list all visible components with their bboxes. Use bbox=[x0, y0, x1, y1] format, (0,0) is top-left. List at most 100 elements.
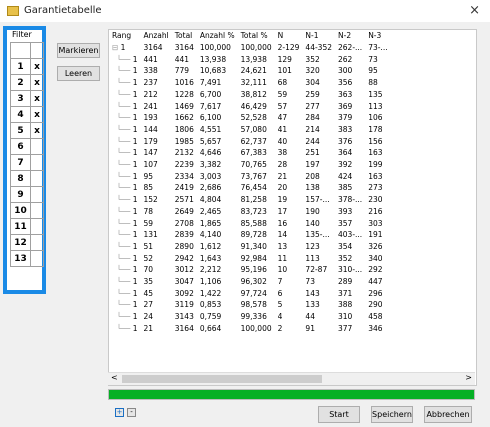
mark-button[interactable]: Markieren bbox=[57, 43, 100, 58]
filter-row-number[interactable]: 6 bbox=[10, 138, 31, 155]
filter-row[interactable]: 13 bbox=[10, 250, 44, 267]
column-header[interactable]: Rang bbox=[109, 30, 140, 42]
column-header[interactable]: Total % bbox=[238, 30, 275, 42]
filter-row-mark[interactable] bbox=[30, 186, 44, 203]
column-header[interactable]: N bbox=[275, 30, 303, 42]
filter-row-number[interactable]: 1 bbox=[10, 58, 31, 75]
table-row[interactable]: └── 1 237 1016 7,491 32,111 68 304 356 88 bbox=[109, 77, 391, 89]
filter-row-number[interactable]: 8 bbox=[10, 170, 31, 187]
filter-header-cell bbox=[30, 42, 44, 59]
filter-row-mark[interactable] bbox=[30, 154, 44, 171]
filter-row[interactable]: 5x bbox=[10, 122, 44, 139]
table-row[interactable]: └── 1 131 2839 4,140 89,728 14 135-... 403-... 1… bbox=[109, 229, 391, 241]
filter-row-mark[interactable]: x bbox=[30, 122, 44, 139]
tree-root-cell[interactable]: ⊟ 1 bbox=[109, 42, 140, 54]
table-row[interactable]: └── 1 78 2649 2,465 83,723 17 190 393 216 bbox=[109, 206, 391, 218]
filter-row-number[interactable]: 7 bbox=[10, 154, 31, 171]
filter-row-mark[interactable]: x bbox=[30, 106, 44, 123]
column-header[interactable]: N-3 bbox=[365, 30, 390, 42]
start-button[interactable]: Start bbox=[318, 406, 360, 423]
expand-button[interactable]: + bbox=[115, 408, 124, 417]
filter-row-mark[interactable] bbox=[30, 234, 44, 251]
scroll-thumb[interactable] bbox=[122, 375, 322, 383]
table-cell: 2,212 bbox=[199, 265, 222, 275]
filter-row[interactable]: 3x bbox=[10, 90, 44, 107]
scroll-right-icon[interactable]: > bbox=[465, 373, 472, 382]
table-cell: 6,100 bbox=[199, 113, 222, 123]
filter-row-mark[interactable]: x bbox=[30, 58, 44, 75]
column-header[interactable]: N-1 bbox=[302, 30, 335, 42]
filter-row[interactable]: 12 bbox=[10, 234, 44, 251]
filter-row-number[interactable]: 11 bbox=[10, 218, 31, 235]
table-row[interactable]: └── 1 152 2571 4,804 81,258 19 157-... 378-... 2… bbox=[109, 194, 391, 206]
table-cell: 98,578 bbox=[240, 300, 267, 310]
filter-row[interactable]: 4x bbox=[10, 106, 44, 123]
clear-button[interactable]: Leeren bbox=[57, 66, 100, 81]
table-row[interactable]: └── 1 27 3119 0,853 98,578 5 133 388 290 bbox=[109, 299, 391, 311]
table-row[interactable]: └── 1 59 2708 1,865 85,588 16 140 357 303 bbox=[109, 218, 391, 230]
filter-grid[interactable]: 1 x 2 x 3 x 4 x 5 x 6 7 8 9 10 11 12 13 bbox=[10, 42, 44, 267]
cancel-button[interactable]: Abbrechen bbox=[424, 406, 472, 423]
table-root-row[interactable]: ⊟ 1 3164 3164 100,000 100,000 2-129 44-352 262-… bbox=[109, 42, 391, 54]
filter-row[interactable]: 1x bbox=[10, 58, 44, 75]
filter-row-number[interactable]: 13 bbox=[10, 250, 31, 267]
table-row[interactable]: └── 1 212 1228 6,700 38,812 59 259 363 135 bbox=[109, 89, 391, 101]
column-header[interactable]: N-2 bbox=[335, 30, 365, 42]
table-row[interactable]: └── 1 52 2942 1,643 92,984 11 113 352 340 bbox=[109, 253, 391, 265]
filter-row-number[interactable]: 10 bbox=[10, 202, 31, 219]
column-header[interactable]: Total bbox=[172, 30, 197, 42]
scroll-left-icon[interactable]: < bbox=[111, 373, 118, 382]
filter-row-number[interactable]: 9 bbox=[10, 186, 31, 203]
table-row[interactable]: └── 1 338 779 10,683 24,621 101 320 300 95 bbox=[109, 65, 391, 77]
filter-row-number[interactable]: 4 bbox=[10, 106, 31, 123]
filter-row[interactable]: 10 bbox=[10, 202, 44, 219]
filter-row-number[interactable]: 3 bbox=[10, 90, 31, 107]
results-table[interactable]: Rang Anzahl Total Anzahl % Total % N N-1 N-2 N-3… bbox=[108, 29, 477, 386]
table-row[interactable]: └── 1 144 1806 4,551 57,080 41 214 383 178 bbox=[109, 124, 391, 136]
filter-row-mark[interactable] bbox=[30, 250, 44, 267]
table-row[interactable]: └── 1 35 3047 1,106 96,302 7 73 289 447 bbox=[109, 276, 391, 288]
table-cell: 356 bbox=[338, 78, 353, 88]
filter-row-number[interactable]: 5 bbox=[10, 122, 31, 139]
table-row[interactable]: └── 1 85 2419 2,686 76,454 20 138 385 273 bbox=[109, 182, 391, 194]
table-cell: 2 bbox=[277, 323, 283, 333]
filter-row[interactable]: 2x bbox=[10, 74, 44, 91]
filter-row-mark[interactable] bbox=[30, 138, 44, 155]
table-row[interactable]: └── 1 45 3092 1,422 97,724 6 143 371 296 bbox=[109, 288, 391, 300]
horizontal-scrollbar[interactable]: < > bbox=[108, 372, 475, 385]
column-header[interactable]: Anzahl bbox=[140, 30, 171, 42]
filter-row-number[interactable]: 2 bbox=[10, 74, 31, 91]
table-row[interactable]: └── 1 70 3012 2,212 95,196 10 72-87 310-... 292 bbox=[109, 264, 391, 276]
table-row[interactable]: └── 1 24 3143 0,759 99,336 4 44 310 458 bbox=[109, 311, 391, 323]
close-icon[interactable]: × bbox=[469, 3, 480, 18]
table-cell: 113 bbox=[368, 101, 383, 111]
filter-row[interactable]: 9 bbox=[10, 186, 44, 203]
filter-row-mark[interactable] bbox=[30, 202, 44, 219]
table-row[interactable]: └── 1 95 2334 3,003 73,767 21 208 424 163 bbox=[109, 171, 391, 183]
table-cell: 85 bbox=[143, 183, 154, 193]
filter-row-mark[interactable] bbox=[30, 218, 44, 235]
table-row[interactable]: └── 1 241 1469 7,617 46,429 57 277 369 113 bbox=[109, 101, 391, 113]
table-row[interactable]: └── 1 107 2239 3,382 70,765 28 197 392 199 bbox=[109, 159, 391, 171]
tree-branch-icon: └── bbox=[112, 300, 133, 310]
collapse-button[interactable]: - bbox=[127, 408, 136, 417]
filter-row-mark[interactable]: x bbox=[30, 90, 44, 107]
filter-row[interactable]: 8 bbox=[10, 170, 44, 187]
filter-row[interactable]: 7 bbox=[10, 154, 44, 171]
save-button[interactable]: Speichern bbox=[371, 406, 413, 423]
column-header[interactable]: Anzahl % bbox=[197, 30, 238, 42]
table-row[interactable]: └── 1 193 1662 6,100 52,528 47 284 379 106 bbox=[109, 112, 391, 124]
table-row[interactable]: └── 1 21 3164 0,664 100,000 2 91 377 346 bbox=[109, 323, 391, 335]
filter-row-mark[interactable]: x bbox=[30, 74, 44, 91]
table-row[interactable]: └── 1 51 2890 1,612 91,340 13 123 354 326 bbox=[109, 241, 391, 253]
rank-cell: └── 1 bbox=[109, 147, 140, 159]
table-cell: 320 bbox=[305, 66, 320, 76]
table-row[interactable]: └── 1 147 2132 4,646 67,383 38 251 364 163 bbox=[109, 147, 391, 159]
table-row[interactable]: └── 1 441 441 13,938 13,938 129 352 262 73 bbox=[109, 54, 391, 66]
filter-row[interactable]: 6 bbox=[10, 138, 44, 155]
filter-row-number[interactable]: 12 bbox=[10, 234, 31, 251]
table-row[interactable]: └── 1 179 1985 5,657 62,737 40 244 376 156 bbox=[109, 136, 391, 148]
filter-row[interactable]: 11 bbox=[10, 218, 44, 235]
collapse-tree-icon[interactable]: ⊟ bbox=[112, 43, 121, 52]
filter-row-mark[interactable] bbox=[30, 170, 44, 187]
